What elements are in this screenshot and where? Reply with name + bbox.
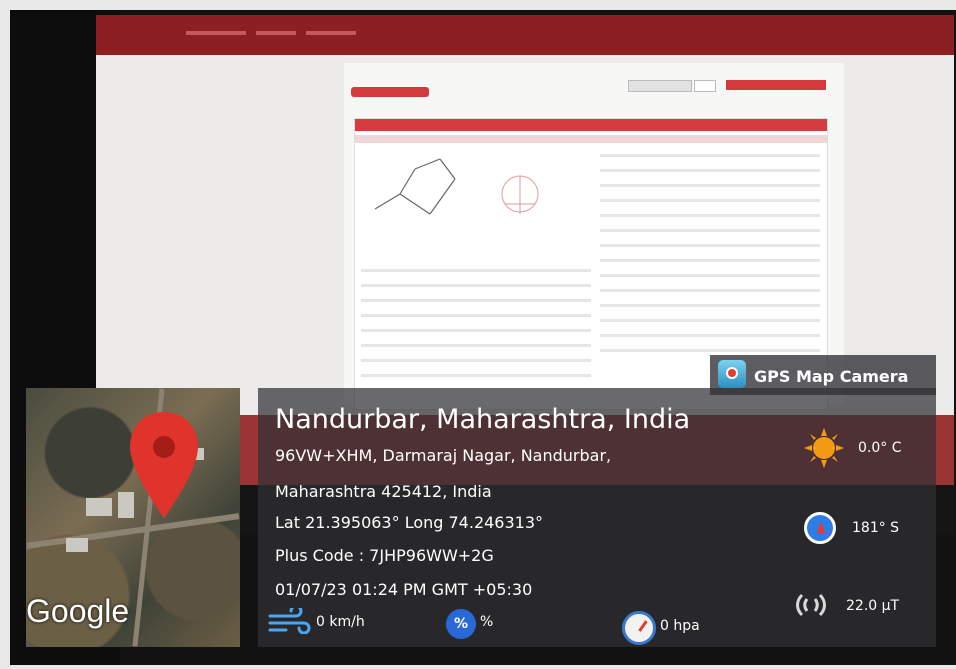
humidity-value: % xyxy=(480,614,494,630)
gps-map-camera-icon xyxy=(718,360,746,388)
plus-code: Plus Code : 7JHP96WW+2G xyxy=(275,546,494,565)
pressure-value: 0 hpa xyxy=(660,618,700,634)
address-line: 96VW+XHM, Darmaraj Nagar, Nandurbar, xyxy=(275,446,612,465)
wind-value: 0 km/h xyxy=(316,614,365,630)
sun-icon xyxy=(804,428,844,468)
temperature-value: 0.0° C xyxy=(858,440,902,456)
page-button xyxy=(351,87,429,97)
magnet-icon xyxy=(796,593,826,617)
gauge-icon xyxy=(622,611,656,645)
magnetic-value: 22.0 µT xyxy=(846,598,900,614)
google-logo: Google xyxy=(26,593,130,629)
date-time: 01/07/23 01:24 PM GMT +05:30 xyxy=(275,580,533,599)
coordinates: Lat 21.395063° Long 74.246313° xyxy=(275,513,544,532)
map-thumbnail: Google xyxy=(26,388,240,647)
page-tab xyxy=(694,80,716,92)
map-pin-icon xyxy=(130,412,198,518)
page-tab xyxy=(726,80,826,90)
browser-toolbar xyxy=(96,15,954,55)
wind-icon xyxy=(268,608,311,634)
page-tab xyxy=(628,80,692,92)
heading-value: 181° S xyxy=(852,520,900,536)
app-badge: GPS Map Camera xyxy=(710,355,936,395)
location-title: Nandurbar, Maharashtra, India xyxy=(275,404,691,435)
address-line: Maharashtra 425412, India xyxy=(275,482,492,501)
compass-icon xyxy=(804,512,836,544)
humidity-icon: % xyxy=(446,609,476,639)
app-name: GPS Map Camera xyxy=(754,367,909,386)
